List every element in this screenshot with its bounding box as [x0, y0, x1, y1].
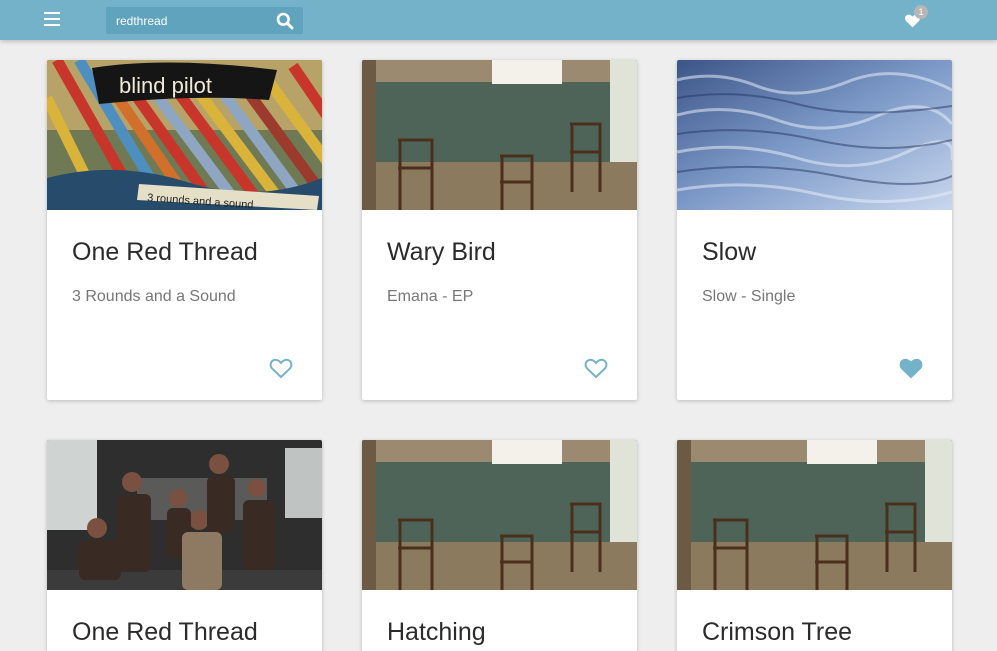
- album-card[interactable]: blind pilot 3 rounds and a sound One Red…: [47, 60, 322, 400]
- album-cover-image: [677, 440, 952, 590]
- album-card[interactable]: Crimson Tree: [677, 440, 952, 651]
- search-input[interactable]: [106, 7, 271, 34]
- album-cover-image: [677, 60, 952, 210]
- album-name: Emana - EP: [387, 288, 474, 305]
- search-icon[interactable]: [276, 12, 294, 30]
- cover-band-name: blind pilot: [119, 73, 212, 98]
- album-card[interactable]: Wary Bird Emana - EP: [362, 60, 637, 400]
- album-cover-image: [362, 60, 637, 210]
- album-card[interactable]: Hatching: [362, 440, 637, 651]
- track-title: Crimson Tree: [702, 618, 853, 646]
- favorite-heart-icon-filled[interactable]: [899, 357, 923, 379]
- album-name: Slow - Single: [702, 288, 796, 305]
- favorites-count-badge: 1: [914, 5, 928, 19]
- track-title: Hatching: [387, 618, 486, 646]
- track-title: One Red Thread: [72, 618, 258, 646]
- album-card[interactable]: Slow Slow - Single: [677, 60, 952, 400]
- album-cover-image: [362, 440, 637, 590]
- hamburger-menu-icon[interactable]: [44, 12, 60, 26]
- search-box: [106, 7, 303, 34]
- album-name: 3 Rounds and a Sound: [72, 288, 236, 305]
- favorites-button[interactable]: 1: [903, 5, 931, 31]
- favorite-heart-icon[interactable]: [269, 357, 293, 379]
- track-title: One Red Thread: [72, 238, 258, 266]
- top-app-bar: 1: [0, 0, 997, 40]
- favorite-heart-icon[interactable]: [584, 357, 608, 379]
- album-cover-image: blind pilot 3 rounds and a sound: [47, 60, 322, 210]
- album-card[interactable]: One Red Thread: [47, 440, 322, 651]
- album-cover-image: [47, 440, 322, 590]
- track-title: Wary Bird: [387, 238, 496, 266]
- track-title: Slow: [702, 238, 757, 266]
